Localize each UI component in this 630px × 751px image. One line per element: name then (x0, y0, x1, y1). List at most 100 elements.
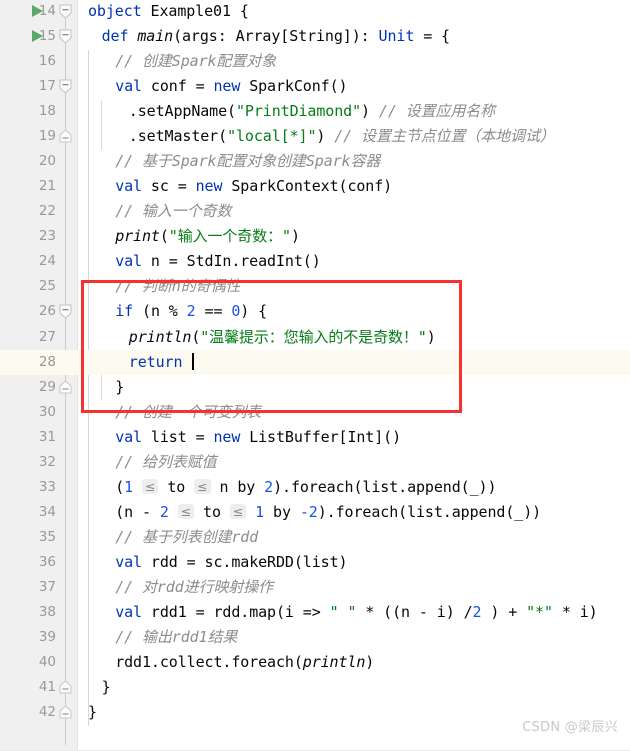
line-number: 36 (38, 553, 56, 570)
code-line[interactable]: 16 // 创建Spark配置对象 (0, 49, 630, 74)
code-line[interactable]: 31 val list = new ListBuffer[Int]() (0, 425, 630, 450)
line-number: 22 (38, 203, 56, 220)
line-number: 27 (38, 328, 56, 345)
fold-collapse-icon[interactable] (59, 4, 72, 19)
code-line[interactable]: 27 println("温馨提示：您输入的不是奇数！") (0, 325, 630, 350)
code-text[interactable]: def main(args: Array[String]): Unit = { (102, 24, 451, 49)
code-line[interactable]: 39 // 输出rdd1结果 (0, 625, 630, 650)
line-number: 23 (38, 228, 56, 245)
code-text[interactable]: (1 ≤ to ≤ n by 2).foreach(list.append(_)… (115, 475, 496, 500)
line-number: 17 (38, 78, 56, 95)
code-line[interactable]: 26 if (n % 2 == 0) { (0, 299, 630, 324)
line-number: 37 (38, 578, 56, 595)
code-line[interactable]: 18 .setAppName("PrintDiamond") // 设置应用名称 (0, 99, 630, 124)
fold-end-icon[interactable] (59, 680, 72, 695)
line-number: 18 (38, 103, 56, 120)
code-text[interactable]: object Example01 { (88, 0, 249, 24)
code-text[interactable]: } (102, 675, 111, 700)
code-line[interactable]: 36 val rdd = sc.makeRDD(list) (0, 550, 630, 575)
implicit-conversion-hint[interactable]: ≤ (177, 503, 195, 519)
code-line[interactable]: 28 return (0, 349, 630, 375)
code-text[interactable]: val rdd = sc.makeRDD(list) (115, 550, 347, 575)
code-text[interactable]: val n = StdIn.readInt() (115, 249, 321, 274)
code-line[interactable]: 41} (0, 675, 630, 700)
code-text[interactable]: rdd1.collect.foreach(println) (115, 650, 374, 675)
code-line[interactable]: 21 val sc = new SparkContext(conf) (0, 174, 630, 199)
code-line[interactable]: 38 val rdd1 = rdd.map(i => " " * ((n - i)… (0, 600, 630, 625)
code-line[interactable]: 34 (n - 2 ≤ to ≤ 1 by -2).foreach(list.ap… (0, 500, 630, 525)
code-line[interactable]: 32 // 给列表赋值 (0, 450, 630, 475)
line-number: 38 (38, 603, 56, 620)
line-number: 21 (38, 178, 56, 195)
code-text[interactable]: // 创建一个可变列表 (115, 400, 261, 425)
code-line[interactable]: 35 // 基于列表创建rdd (0, 525, 630, 550)
implicit-conversion-hint[interactable]: ≤ (194, 478, 211, 494)
code-text[interactable]: } (88, 700, 97, 725)
code-line[interactable]: 19 .setMaster("local[*]") // 设置主节点位置（本地调试… (0, 124, 630, 149)
code-text[interactable]: } (115, 375, 124, 400)
line-number: 14 (38, 3, 56, 19)
line-number: 15 (38, 28, 56, 45)
code-text[interactable]: return (129, 350, 195, 375)
code-text[interactable]: // 对rdd进行映射操作 (115, 575, 273, 600)
code-text[interactable]: .setAppName("PrintDiamond") // 设置应用名称 (129, 99, 495, 124)
code-line[interactable]: 23 print("输入一个奇数：") (0, 224, 630, 249)
watermark-label: CSDN @梁辰兴 (522, 720, 618, 735)
fold-collapse-icon[interactable] (59, 304, 72, 320)
code-line[interactable]: 40 rdd1.collect.foreach(println) (0, 650, 630, 675)
code-line[interactable]: 30 // 创建一个可变列表 (0, 400, 630, 425)
code-text[interactable]: (n - 2 ≤ to ≤ 1 by -2).foreach(list.appe… (115, 500, 541, 525)
code-text[interactable]: // 基于列表创建rdd (115, 525, 258, 550)
code-line[interactable]: 25 // 判断n的奇偶性 (0, 274, 630, 299)
code-text[interactable]: val sc = new SparkContext(conf) (115, 174, 392, 199)
implicit-conversion-hint[interactable]: ≤ (142, 478, 159, 494)
code-text[interactable]: // 创建Spark配置对象 (115, 49, 276, 74)
line-number: 30 (38, 403, 56, 420)
line-number: 26 (38, 303, 56, 320)
code-text[interactable]: // 基于Spark配置对象创建Spark容器 (115, 149, 380, 174)
line-number: 25 (38, 278, 56, 295)
code-text[interactable]: val conf = new SparkConf() (115, 74, 347, 99)
fold-end-icon[interactable] (59, 129, 72, 144)
code-line[interactable]: 33 (1 ≤ to ≤ n by 2).foreach(list.append(… (0, 475, 630, 500)
line-number: 40 (38, 654, 56, 671)
line-number: 16 (38, 53, 56, 70)
code-text[interactable]: // 给列表赋值 (115, 450, 216, 475)
fold-end-icon[interactable] (59, 705, 72, 720)
code-line[interactable]: 24 val n = StdIn.readInt() (0, 249, 630, 274)
code-text[interactable]: // 输出rdd1结果 (115, 625, 237, 650)
code-text[interactable]: val rdd1 = rdd.map(i => " " * ((n - i) /… (115, 600, 597, 625)
code-text[interactable]: .setMaster("local[*]") // 设置主节点位置（本地调试） (129, 124, 555, 149)
fold-collapse-icon[interactable] (59, 29, 72, 44)
line-number: 33 (38, 478, 56, 495)
run-arrow-icon[interactable] (32, 30, 43, 43)
code-line[interactable]: 14 object Example01 { (0, 0, 630, 24)
code-text[interactable]: print("输入一个奇数：") (115, 224, 300, 249)
line-number: 41 (38, 679, 56, 696)
text-caret (192, 352, 195, 370)
line-number: 31 (38, 428, 56, 445)
fold-collapse-icon[interactable] (59, 79, 72, 94)
code-line[interactable]: 15 def main(args: Array[String]): Unit = … (0, 24, 630, 49)
line-number: 39 (38, 629, 56, 645)
code-line[interactable]: 20 // 基于Spark配置对象创建Spark容器 (0, 149, 630, 174)
implicit-conversion-hint[interactable]: ≤ (229, 503, 247, 519)
code-text[interactable]: // 输入一个奇数 (115, 199, 231, 224)
line-number: 35 (38, 528, 56, 545)
code-text[interactable]: // 判断n的奇偶性 (115, 274, 240, 299)
code-editor[interactable]: 14 object Example01 { 15 def main(args: Arr… (0, 0, 630, 751)
code-line[interactable]: 29} (0, 375, 630, 400)
run-arrow-icon[interactable] (32, 5, 43, 17)
fold-end-icon[interactable] (59, 379, 72, 395)
line-number: 34 (38, 503, 56, 520)
line-number: 24 (38, 253, 56, 270)
line-number: 42 (38, 704, 56, 721)
code-text[interactable]: println("温馨提示：您输入的不是奇数！") (129, 325, 436, 350)
code-line[interactable]: 37 // 对rdd进行映射操作 (0, 575, 630, 600)
line-number: 20 (38, 153, 56, 170)
line-number: 19 (38, 128, 56, 145)
code-line[interactable]: 22 // 输入一个奇数 (0, 199, 630, 224)
code-line[interactable]: 17 val conf = new SparkConf() (0, 74, 630, 99)
code-text[interactable]: val list = new ListBuffer[Int]() (115, 425, 401, 450)
code-text[interactable]: if (n % 2 == 0) { (115, 299, 267, 324)
